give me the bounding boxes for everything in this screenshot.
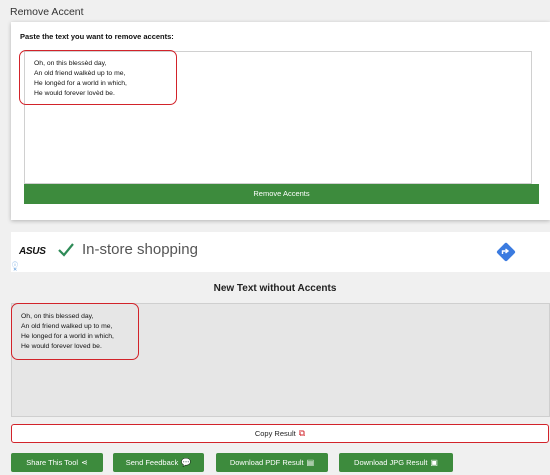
- image-icon: ▣: [430, 458, 438, 467]
- close-icon[interactable]: ✕: [13, 267, 17, 273]
- copy-result-label: Copy Result: [254, 429, 296, 438]
- pdf-icon: ▤: [306, 458, 315, 467]
- send-feedback-button[interactable]: Send Feedback 💬: [113, 453, 204, 472]
- download-pdf-button[interactable]: Download PDF Result ▤: [216, 453, 328, 472]
- ad-text: In-store shopping: [82, 241, 198, 258]
- share-icon: ⋖: [81, 458, 88, 467]
- result-highlight: [11, 303, 139, 360]
- asus-logo: ASUS: [19, 246, 46, 257]
- send-feedback-label: Send Feedback: [125, 458, 179, 467]
- ad-banner[interactable]: ⓘ ✕ ASUS In-store shopping: [11, 232, 550, 273]
- check-icon: [58, 243, 74, 257]
- share-tool-label: Share This Tool: [26, 458, 79, 467]
- download-pdf-label: Download PDF Result: [229, 458, 304, 467]
- share-tool-button[interactable]: Share This Tool ⋖: [11, 453, 103, 472]
- download-jpg-label: Download JPG Result: [354, 458, 428, 467]
- input-highlight: [19, 50, 177, 105]
- remove-accents-button[interactable]: Remove Accents: [24, 184, 539, 204]
- result-heading: New Text without Accents: [213, 283, 337, 294]
- download-jpg-button[interactable]: Download JPG Result ▣: [339, 453, 453, 472]
- chat-icon: 💬: [181, 458, 192, 467]
- page-title: Remove Accent: [10, 6, 84, 18]
- copy-icon: ⧉: [298, 428, 306, 438]
- directions-icon[interactable]: [495, 241, 517, 263]
- input-label: Paste the text you want to remove accent…: [20, 32, 174, 41]
- copy-result-button[interactable]: Copy Result ⧉: [11, 424, 549, 443]
